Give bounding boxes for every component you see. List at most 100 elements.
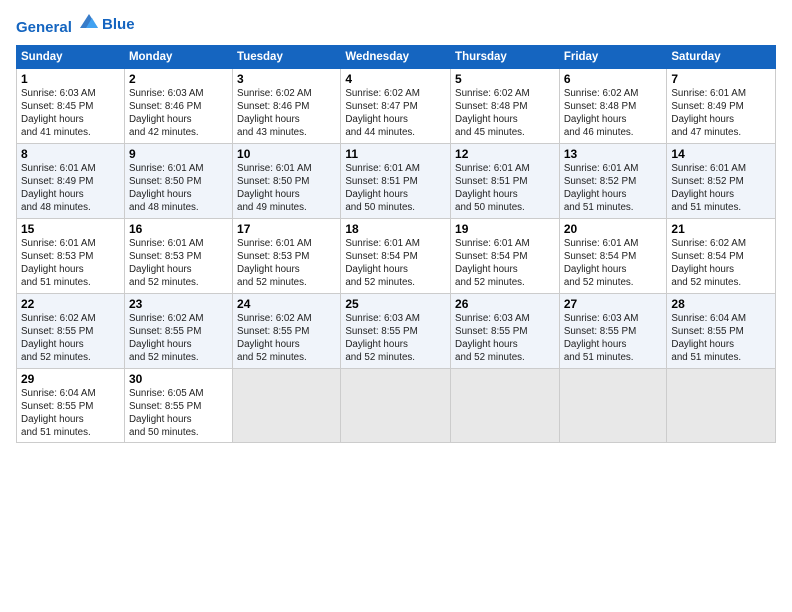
- day-info: Sunrise: 6:01 AM Sunset: 8:54 PM Dayligh…: [345, 237, 446, 290]
- day-number: 17: [237, 222, 336, 236]
- calendar-header-sunday: Sunday: [17, 45, 125, 68]
- calendar-cell: 13 Sunrise: 6:01 AM Sunset: 8:52 PM Dayl…: [559, 143, 667, 218]
- day-info: Sunrise: 6:02 AM Sunset: 8:55 PM Dayligh…: [21, 312, 120, 365]
- calendar-cell: 14 Sunrise: 6:01 AM Sunset: 8:52 PM Dayl…: [667, 143, 776, 218]
- day-info: Sunrise: 6:02 AM Sunset: 8:55 PM Dayligh…: [237, 312, 336, 365]
- day-info: Sunrise: 6:04 AM Sunset: 8:55 PM Dayligh…: [671, 312, 771, 365]
- calendar-cell: 17 Sunrise: 6:01 AM Sunset: 8:53 PM Dayl…: [233, 218, 341, 293]
- day-number: 8: [21, 147, 120, 161]
- calendar-table: SundayMondayTuesdayWednesdayThursdayFrid…: [16, 45, 776, 444]
- calendar-cell: 28 Sunrise: 6:04 AM Sunset: 8:55 PM Dayl…: [667, 293, 776, 368]
- day-info: Sunrise: 6:01 AM Sunset: 8:53 PM Dayligh…: [129, 237, 228, 290]
- day-info: Sunrise: 6:03 AM Sunset: 8:45 PM Dayligh…: [21, 87, 120, 140]
- day-info: Sunrise: 6:01 AM Sunset: 8:50 PM Dayligh…: [237, 162, 336, 215]
- calendar-cell: 19 Sunrise: 6:01 AM Sunset: 8:54 PM Dayl…: [451, 218, 560, 293]
- day-info: Sunrise: 6:02 AM Sunset: 8:48 PM Dayligh…: [564, 87, 663, 140]
- calendar-cell: 30 Sunrise: 6:05 AM Sunset: 8:55 PM Dayl…: [124, 368, 232, 443]
- day-number: 2: [129, 72, 228, 86]
- calendar-cell: 20 Sunrise: 6:01 AM Sunset: 8:54 PM Dayl…: [559, 218, 667, 293]
- calendar-cell: [233, 368, 341, 443]
- calendar-cell: [559, 368, 667, 443]
- day-number: 12: [455, 147, 555, 161]
- day-info: Sunrise: 6:01 AM Sunset: 8:54 PM Dayligh…: [564, 237, 663, 290]
- logo-text: General: [16, 14, 100, 37]
- calendar-cell: 22 Sunrise: 6:02 AM Sunset: 8:55 PM Dayl…: [17, 293, 125, 368]
- calendar-header-thursday: Thursday: [451, 45, 560, 68]
- calendar-header-monday: Monday: [124, 45, 232, 68]
- day-number: 10: [237, 147, 336, 161]
- calendar-cell: 6 Sunrise: 6:02 AM Sunset: 8:48 PM Dayli…: [559, 68, 667, 143]
- page: General Blue SundayMondayTuesdayWednesda…: [0, 0, 792, 612]
- calendar-cell: 3 Sunrise: 6:02 AM Sunset: 8:46 PM Dayli…: [233, 68, 341, 143]
- day-info: Sunrise: 6:03 AM Sunset: 8:46 PM Dayligh…: [129, 87, 228, 140]
- day-info: Sunrise: 6:03 AM Sunset: 8:55 PM Dayligh…: [564, 312, 663, 365]
- day-number: 28: [671, 297, 771, 311]
- logo-blue: Blue: [102, 17, 135, 34]
- calendar-cell: 27 Sunrise: 6:03 AM Sunset: 8:55 PM Dayl…: [559, 293, 667, 368]
- calendar-cell: 8 Sunrise: 6:01 AM Sunset: 8:49 PM Dayli…: [17, 143, 125, 218]
- day-number: 13: [564, 147, 663, 161]
- calendar-cell: [667, 368, 776, 443]
- day-number: 3: [237, 72, 336, 86]
- calendar-header-saturday: Saturday: [667, 45, 776, 68]
- calendar-cell: 4 Sunrise: 6:02 AM Sunset: 8:47 PM Dayli…: [341, 68, 451, 143]
- day-info: Sunrise: 6:02 AM Sunset: 8:47 PM Dayligh…: [345, 87, 446, 140]
- calendar-cell: 7 Sunrise: 6:01 AM Sunset: 8:49 PM Dayli…: [667, 68, 776, 143]
- day-info: Sunrise: 6:03 AM Sunset: 8:55 PM Dayligh…: [455, 312, 555, 365]
- calendar-cell: 15 Sunrise: 6:01 AM Sunset: 8:53 PM Dayl…: [17, 218, 125, 293]
- calendar-cell: 12 Sunrise: 6:01 AM Sunset: 8:51 PM Dayl…: [451, 143, 560, 218]
- calendar-header-tuesday: Tuesday: [233, 45, 341, 68]
- day-number: 27: [564, 297, 663, 311]
- header: General Blue: [16, 14, 776, 37]
- day-info: Sunrise: 6:02 AM Sunset: 8:48 PM Dayligh…: [455, 87, 555, 140]
- day-info: Sunrise: 6:02 AM Sunset: 8:55 PM Dayligh…: [129, 312, 228, 365]
- calendar-cell: 29 Sunrise: 6:04 AM Sunset: 8:55 PM Dayl…: [17, 368, 125, 443]
- day-number: 7: [671, 72, 771, 86]
- day-info: Sunrise: 6:02 AM Sunset: 8:54 PM Dayligh…: [671, 237, 771, 290]
- calendar-cell: 5 Sunrise: 6:02 AM Sunset: 8:48 PM Dayli…: [451, 68, 560, 143]
- calendar-cell: 2 Sunrise: 6:03 AM Sunset: 8:46 PM Dayli…: [124, 68, 232, 143]
- day-number: 5: [455, 72, 555, 86]
- day-number: 25: [345, 297, 446, 311]
- calendar-cell: 18 Sunrise: 6:01 AM Sunset: 8:54 PM Dayl…: [341, 218, 451, 293]
- calendar-cell: 21 Sunrise: 6:02 AM Sunset: 8:54 PM Dayl…: [667, 218, 776, 293]
- day-number: 6: [564, 72, 663, 86]
- day-info: Sunrise: 6:01 AM Sunset: 8:49 PM Dayligh…: [671, 87, 771, 140]
- day-info: Sunrise: 6:01 AM Sunset: 8:53 PM Dayligh…: [237, 237, 336, 290]
- day-info: Sunrise: 6:03 AM Sunset: 8:55 PM Dayligh…: [345, 312, 446, 365]
- day-info: Sunrise: 6:01 AM Sunset: 8:52 PM Dayligh…: [564, 162, 663, 215]
- calendar-cell: 23 Sunrise: 6:02 AM Sunset: 8:55 PM Dayl…: [124, 293, 232, 368]
- calendar-cell: 9 Sunrise: 6:01 AM Sunset: 8:50 PM Dayli…: [124, 143, 232, 218]
- calendar-cell: [451, 368, 560, 443]
- day-number: 11: [345, 147, 446, 161]
- calendar-cell: 25 Sunrise: 6:03 AM Sunset: 8:55 PM Dayl…: [341, 293, 451, 368]
- day-number: 21: [671, 222, 771, 236]
- day-info: Sunrise: 6:01 AM Sunset: 8:50 PM Dayligh…: [129, 162, 228, 215]
- day-number: 16: [129, 222, 228, 236]
- day-number: 14: [671, 147, 771, 161]
- day-info: Sunrise: 6:01 AM Sunset: 8:53 PM Dayligh…: [21, 237, 120, 290]
- day-number: 1: [21, 72, 120, 86]
- logo-icon: [78, 10, 100, 32]
- day-number: 29: [21, 372, 120, 386]
- day-number: 24: [237, 297, 336, 311]
- calendar-cell: [341, 368, 451, 443]
- calendar-cell: 26 Sunrise: 6:03 AM Sunset: 8:55 PM Dayl…: [451, 293, 560, 368]
- day-info: Sunrise: 6:02 AM Sunset: 8:46 PM Dayligh…: [237, 87, 336, 140]
- calendar-cell: 24 Sunrise: 6:02 AM Sunset: 8:55 PM Dayl…: [233, 293, 341, 368]
- day-info: Sunrise: 6:04 AM Sunset: 8:55 PM Dayligh…: [21, 387, 120, 440]
- day-info: Sunrise: 6:01 AM Sunset: 8:49 PM Dayligh…: [21, 162, 120, 215]
- day-info: Sunrise: 6:01 AM Sunset: 8:51 PM Dayligh…: [455, 162, 555, 215]
- calendar-header-row: SundayMondayTuesdayWednesdayThursdayFrid…: [17, 45, 776, 68]
- day-number: 23: [129, 297, 228, 311]
- calendar-header-friday: Friday: [559, 45, 667, 68]
- day-number: 19: [455, 222, 555, 236]
- calendar-cell: 10 Sunrise: 6:01 AM Sunset: 8:50 PM Dayl…: [233, 143, 341, 218]
- logo: General Blue: [16, 14, 135, 37]
- day-number: 26: [455, 297, 555, 311]
- day-number: 22: [21, 297, 120, 311]
- calendar-cell: 1 Sunrise: 6:03 AM Sunset: 8:45 PM Dayli…: [17, 68, 125, 143]
- day-info: Sunrise: 6:01 AM Sunset: 8:51 PM Dayligh…: [345, 162, 446, 215]
- day-number: 30: [129, 372, 228, 386]
- day-info: Sunrise: 6:05 AM Sunset: 8:55 PM Dayligh…: [129, 387, 228, 440]
